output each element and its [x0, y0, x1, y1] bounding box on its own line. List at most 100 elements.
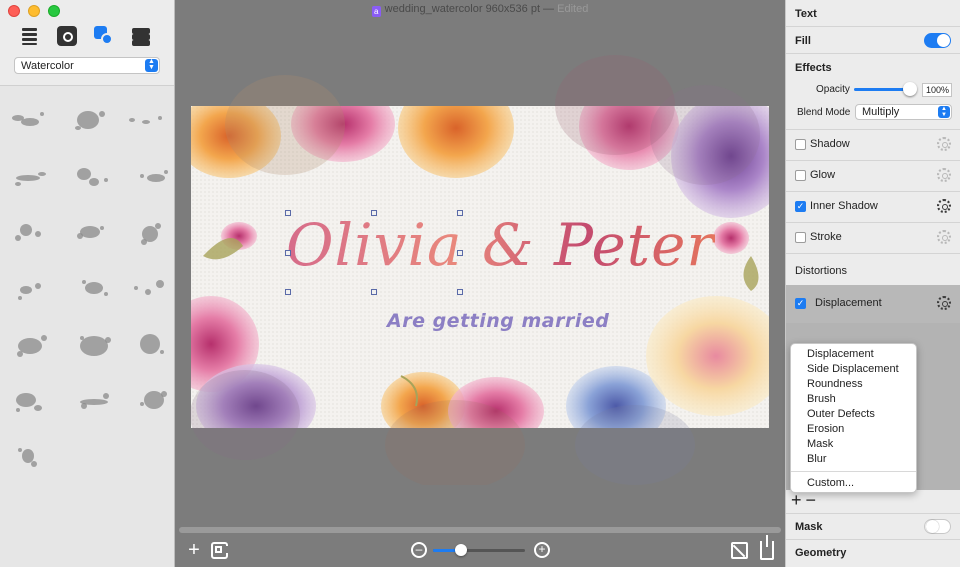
- menu-item[interactable]: Erosion: [791, 422, 916, 437]
- brush-preview[interactable]: [8, 268, 64, 308]
- add-icon[interactable]: +: [791, 490, 802, 510]
- shadow-checkbox[interactable]: [795, 139, 806, 150]
- brush-preview[interactable]: [8, 100, 64, 140]
- splatter-icon: [15, 224, 41, 241]
- fit-to-screen-icon[interactable]: [731, 542, 748, 559]
- splatter-icon: [129, 116, 162, 124]
- zoom-slider-knob[interactable]: [454, 544, 467, 556]
- gear-icon[interactable]: [937, 137, 951, 151]
- geometry-section[interactable]: Geometry: [786, 540, 960, 567]
- selection-handle[interactable]: [457, 250, 463, 256]
- menu-item[interactable]: Side Displacement: [791, 362, 916, 377]
- document-title: wedding_watercolor 960x536 pt: [384, 3, 540, 15]
- headline-text[interactable]: Olivia & Peter: [286, 211, 715, 279]
- menu-item[interactable]: Displacement: [791, 347, 916, 362]
- glow-checkbox[interactable]: [795, 170, 806, 181]
- remove-icon[interactable]: −: [806, 490, 817, 510]
- brush-preview[interactable]: [120, 268, 176, 308]
- effect-label: Inner Shadow: [810, 200, 878, 212]
- stroke-checkbox[interactable]: [795, 232, 806, 243]
- subtitle-text[interactable]: Are getting married: [387, 310, 609, 332]
- brush-preview[interactable]: [64, 100, 120, 140]
- blend-mode-select[interactable]: Multiply ▲ ▼: [855, 104, 952, 120]
- brush-preview[interactable]: [120, 100, 176, 140]
- selection-handle[interactable]: [371, 210, 377, 216]
- brush-preview[interactable]: [64, 380, 120, 420]
- left-toolbar: Watercolor ▲ ▼: [0, 0, 174, 86]
- displacement-checkbox[interactable]: ✓: [795, 298, 806, 309]
- minimize-window-button[interactable]: [28, 5, 40, 17]
- inspector-panel: Text Fill Effects Opacity 100% Blend Mod…: [785, 0, 960, 567]
- brush-preview[interactable]: [120, 156, 176, 196]
- zoom-out-icon[interactable]: –: [411, 542, 427, 558]
- brush-preview[interactable]: [120, 324, 176, 364]
- document-status: Edited: [557, 3, 589, 15]
- splatter-icon: [75, 111, 105, 130]
- opacity-slider-knob[interactable]: [903, 82, 917, 96]
- effect-row-inner-shadow[interactable]: ✓ Inner Shadow: [786, 192, 960, 223]
- brush-grid: [8, 100, 176, 476]
- menu-item-custom[interactable]: Custom...: [791, 476, 916, 491]
- brush-preview[interactable]: [8, 436, 64, 476]
- chevron-updown-icon: ▲ ▼: [938, 106, 950, 118]
- effect-row-stroke[interactable]: Stroke: [786, 223, 960, 254]
- brush-preview[interactable]: [8, 380, 64, 420]
- menu-item[interactable]: Roundness: [791, 377, 916, 392]
- selection-handle[interactable]: [285, 210, 291, 216]
- close-window-button[interactable]: [8, 5, 20, 17]
- displacement-row[interactable]: ✓ Displacement: [786, 285, 960, 323]
- brush-set-select[interactable]: Watercolor ▲ ▼: [14, 57, 160, 74]
- layers-icon[interactable]: [131, 26, 151, 46]
- opacity-field[interactable]: 100%: [922, 83, 952, 97]
- inner-shadow-checkbox[interactable]: ✓: [795, 201, 806, 212]
- splatter-icon: [141, 223, 161, 245]
- mask-toggle[interactable]: [924, 519, 951, 534]
- brush-preview[interactable]: [64, 324, 120, 364]
- gear-icon[interactable]: [937, 296, 951, 310]
- selection-handle[interactable]: [457, 289, 463, 295]
- share-icon[interactable]: [760, 535, 774, 560]
- horizontal-scrollbar[interactable]: [179, 527, 781, 533]
- effect-row-glow[interactable]: Glow: [786, 161, 960, 192]
- menu-item[interactable]: Mask: [791, 437, 916, 452]
- splatter-icon: [80, 393, 109, 409]
- selection-handle[interactable]: [285, 250, 291, 256]
- selection-handle[interactable]: [457, 210, 463, 216]
- canvas-area: awedding_watercolor 960x536 pt — Edited: [175, 0, 785, 567]
- distortion-type-menu: Displacement Side Displacement Roundness Br…: [790, 343, 917, 493]
- brush-preview[interactable]: [120, 212, 176, 252]
- gear-icon[interactable]: [937, 168, 951, 182]
- fill-section-title: Fill: [795, 35, 811, 47]
- fill-toggle[interactable]: [924, 33, 951, 48]
- text-section-title: Text: [795, 8, 817, 20]
- list-icon[interactable]: [20, 26, 40, 46]
- maximize-window-button[interactable]: [48, 5, 60, 17]
- splatter-icon: [82, 280, 108, 296]
- grid-icon[interactable]: [211, 542, 228, 559]
- splatter-icon: [140, 334, 164, 354]
- brush-preview[interactable]: [64, 156, 120, 196]
- brush-preview[interactable]: [8, 156, 64, 196]
- brush-preview[interactable]: [8, 324, 64, 364]
- selection-handle[interactable]: [371, 289, 377, 295]
- brush-preview[interactable]: [64, 212, 120, 252]
- text-section[interactable]: Text: [786, 0, 960, 27]
- menu-item[interactable]: Blur: [791, 452, 916, 467]
- brush-preview[interactable]: [64, 268, 120, 308]
- shapes-icon[interactable]: [94, 26, 114, 46]
- gear-icon[interactable]: [937, 199, 951, 213]
- splatter-icon: [16, 393, 42, 412]
- zoom-slider[interactable]: [433, 544, 525, 556]
- brush-preview[interactable]: [8, 212, 64, 252]
- gear-icon[interactable]: [937, 230, 951, 244]
- artboard[interactable]: Olivia & Peter Are getting married: [191, 106, 769, 428]
- effect-row-shadow[interactable]: Shadow: [786, 130, 960, 161]
- add-icon[interactable]: +: [185, 540, 203, 560]
- menu-item[interactable]: Brush: [791, 392, 916, 407]
- menu-item[interactable]: Outer Defects: [791, 407, 916, 422]
- gear-icon[interactable]: [57, 26, 77, 46]
- brush-preview[interactable]: [120, 380, 176, 420]
- selection-handle[interactable]: [285, 289, 291, 295]
- zoom-in-icon[interactable]: +: [534, 542, 550, 558]
- effects-section-title: Effects: [795, 62, 832, 74]
